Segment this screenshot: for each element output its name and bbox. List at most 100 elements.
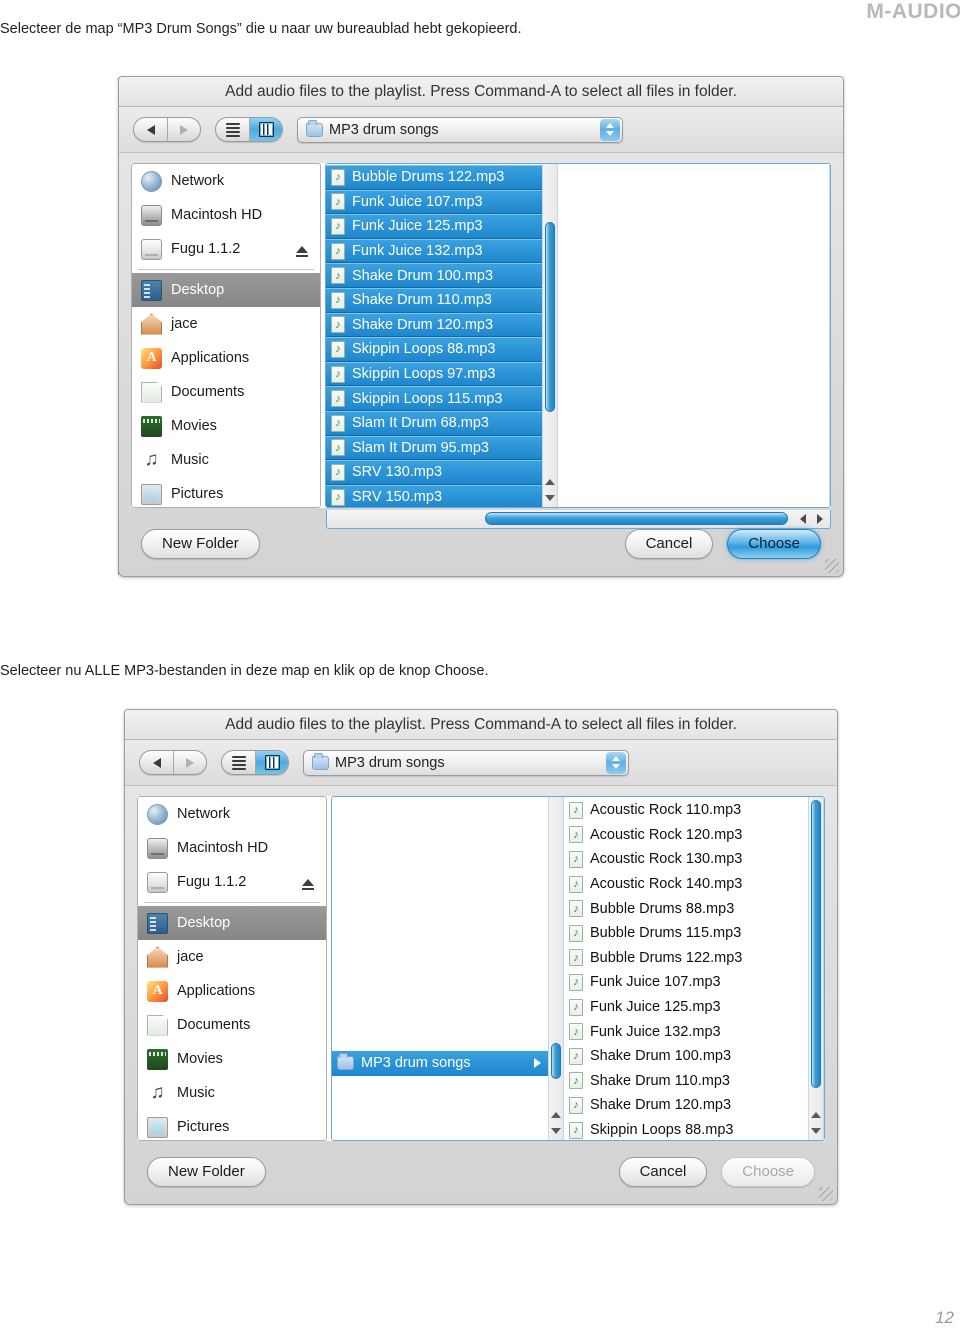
list-item-label: Funk Juice 125.mp3 xyxy=(352,218,483,235)
eject-icon[interactable] xyxy=(296,245,308,257)
sidebar-item-jace[interactable]: jace xyxy=(138,940,326,974)
sidebar-item-movies[interactable]: Movies xyxy=(138,1042,326,1076)
resize-grip[interactable] xyxy=(819,1187,833,1201)
scroll-arrow-buttons[interactable] xyxy=(810,1107,822,1139)
sidebar-item-applications[interactable]: Applications xyxy=(138,974,326,1008)
sidebar-item-movies[interactable]: Movies xyxy=(132,409,320,443)
list-item[interactable]: Bubble Drums 88.mp3 xyxy=(564,896,808,921)
eject-icon[interactable] xyxy=(302,878,314,890)
sidebar-item-fugu[interactable]: Fugu 1.1.2 xyxy=(132,232,320,266)
sidebar-item-jace[interactable]: jace xyxy=(132,307,320,341)
list-item[interactable]: Skippin Loops 115.mp3 xyxy=(326,386,542,411)
list-item[interactable]: Bubble Drums 122.mp3 xyxy=(326,165,542,190)
list-item[interactable]: Slam It Drum 95.mp3 xyxy=(326,435,542,461)
list-item[interactable]: Acoustic Rock 120.mp3 xyxy=(564,823,808,848)
scroll-down-icon[interactable] xyxy=(545,495,555,501)
scroll-down-icon[interactable] xyxy=(811,1128,821,1134)
list-item[interactable]: Shake Drum 100.mp3 xyxy=(564,1044,808,1069)
path-popup-button[interactable]: MP3 drum songs xyxy=(303,749,629,776)
cancel-button[interactable]: Cancel xyxy=(624,529,714,559)
list-item[interactable]: Acoustic Rock 110.mp3 xyxy=(564,798,808,823)
dialog-2-file-vertical-scrollbar[interactable] xyxy=(808,797,823,1140)
sidebar-item-pictures[interactable]: Pictures xyxy=(138,1110,326,1140)
dialog-2-sidebar[interactable]: Network Macintosh HD Fugu 1.1.2 Desktop … xyxy=(137,796,327,1141)
sidebar-item-desktop[interactable]: Desktop xyxy=(132,273,320,307)
list-view-button[interactable] xyxy=(216,118,249,141)
navigation-segmented-control[interactable] xyxy=(133,117,201,142)
view-mode-segmented-control[interactable] xyxy=(221,750,289,775)
list-item[interactable]: Funk Juice 125.mp3 xyxy=(326,214,542,239)
list-item[interactable]: Funk Juice 132.mp3 xyxy=(326,238,542,264)
new-folder-button[interactable]: New Folder xyxy=(147,1157,266,1187)
sidebar-item-fugu[interactable]: Fugu 1.1.2 xyxy=(138,865,326,899)
forward-button[interactable] xyxy=(167,118,200,141)
list-item[interactable]: Shake Drum 100.mp3 xyxy=(326,263,542,288)
scroll-arrow-buttons[interactable] xyxy=(550,1107,562,1139)
sidebar-item-network[interactable]: Network xyxy=(138,797,326,831)
scroll-up-icon[interactable] xyxy=(545,479,555,485)
scrollbar-thumb[interactable] xyxy=(811,800,821,1088)
dialog-1-file-column[interactable]: Bubble Drums 122.mp3 Funk Juice 107.mp3 Fu… xyxy=(326,164,558,507)
sidebar-item-documents[interactable]: Documents xyxy=(132,375,320,409)
list-item[interactable]: Skippin Loops 88.mp3 xyxy=(326,337,542,362)
sidebar-item-macintosh-hd[interactable]: Macintosh HD xyxy=(132,198,320,232)
list-item[interactable]: Shake Drum 110.mp3 xyxy=(326,287,542,313)
pictures-icon xyxy=(147,1116,168,1138)
list-item[interactable]: Shake Drum 110.mp3 xyxy=(564,1069,808,1094)
new-folder-button[interactable]: New Folder xyxy=(141,529,260,559)
sidebar-item-applications[interactable]: Applications xyxy=(132,341,320,375)
column-view-button[interactable] xyxy=(255,751,288,774)
sidebar-item-network[interactable]: Network xyxy=(132,164,320,198)
list-item[interactable]: Funk Juice 107.mp3 xyxy=(326,189,542,215)
list-item[interactable]: Shake Drum 120.mp3 xyxy=(564,1093,808,1118)
path-popup-button[interactable]: MP3 drum songs xyxy=(297,116,623,143)
dialog-2-folder-list[interactable]: MP3 drum songs xyxy=(332,797,548,1140)
sidebar-item-desktop[interactable]: Desktop xyxy=(138,906,326,940)
list-item[interactable]: Funk Juice 132.mp3 xyxy=(564,1019,808,1044)
list-item[interactable]: Funk Juice 125.mp3 xyxy=(564,995,808,1020)
dialog-2-file-column[interactable]: Acoustic Rock 110.mp3 Acoustic Rock 120.m… xyxy=(564,797,824,1140)
navigation-segmented-control[interactable] xyxy=(139,750,207,775)
dialog-2-file-list[interactable]: Acoustic Rock 110.mp3 Acoustic Rock 120.m… xyxy=(564,797,808,1140)
list-item[interactable]: Bubble Drums 115.mp3 xyxy=(564,921,808,946)
back-button[interactable] xyxy=(140,751,173,774)
dialog-2-folder-column[interactable]: MP3 drum songs xyxy=(332,797,564,1140)
scrollbar-thumb[interactable] xyxy=(545,222,555,412)
list-item[interactable]: Acoustic Rock 130.mp3 xyxy=(564,847,808,872)
list-item[interactable]: Acoustic Rock 140.mp3 xyxy=(564,872,808,897)
list-item[interactable]: SRV 130.mp3 xyxy=(326,460,542,485)
list-item[interactable]: Skippin Loops 88.mp3 xyxy=(564,1118,808,1140)
dialog-1-sidebar[interactable]: Network Macintosh HD Fugu 1.1.2 Desktop … xyxy=(131,163,321,508)
column-view-button[interactable] xyxy=(249,118,282,141)
scrollbar-thumb[interactable] xyxy=(551,1043,561,1079)
scroll-down-icon[interactable] xyxy=(551,1128,561,1134)
list-item[interactable]: Funk Juice 107.mp3 xyxy=(564,970,808,995)
sidebar-item-macintosh-hd[interactable]: Macintosh HD xyxy=(138,831,326,865)
list-item[interactable]: Bubble Drums 122.mp3 xyxy=(564,946,808,971)
sidebar-item-label: Music xyxy=(171,452,209,468)
scroll-arrow-buttons[interactable] xyxy=(544,474,556,506)
dialog-2-folder-vertical-scrollbar[interactable] xyxy=(548,797,563,1140)
scroll-up-icon[interactable] xyxy=(551,1112,561,1118)
back-button[interactable] xyxy=(134,118,167,141)
forward-button[interactable] xyxy=(173,751,206,774)
sidebar-item-documents[interactable]: Documents xyxy=(138,1008,326,1042)
sidebar-item-pictures[interactable]: Pictures xyxy=(132,477,320,507)
list-item[interactable]: SRV 150.mp3 xyxy=(326,484,542,507)
triangle-right-icon[interactable] xyxy=(534,1058,541,1069)
sidebar-item-music[interactable]: Music xyxy=(132,443,320,477)
sidebar-item-music[interactable]: Music xyxy=(138,1076,326,1110)
mp3-file-icon xyxy=(331,193,345,211)
list-item-mp3-drum-songs[interactable]: MP3 drum songs xyxy=(332,1051,548,1076)
list-item[interactable]: Slam It Drum 68.mp3 xyxy=(326,410,542,436)
scroll-up-icon[interactable] xyxy=(811,1112,821,1118)
resize-grip[interactable] xyxy=(825,559,839,573)
choose-button[interactable]: Choose xyxy=(727,529,821,559)
dialog-1-file-list[interactable]: Bubble Drums 122.mp3 Funk Juice 107.mp3 Fu… xyxy=(326,164,542,507)
dialog-1-file-vertical-scrollbar[interactable] xyxy=(542,164,557,507)
view-mode-segmented-control[interactable] xyxy=(215,117,283,142)
list-view-button[interactable] xyxy=(222,751,255,774)
list-item[interactable]: Skippin Loops 97.mp3 xyxy=(326,361,542,387)
list-item[interactable]: Shake Drum 120.mp3 xyxy=(326,312,542,338)
cancel-button[interactable]: Cancel xyxy=(618,1157,708,1187)
